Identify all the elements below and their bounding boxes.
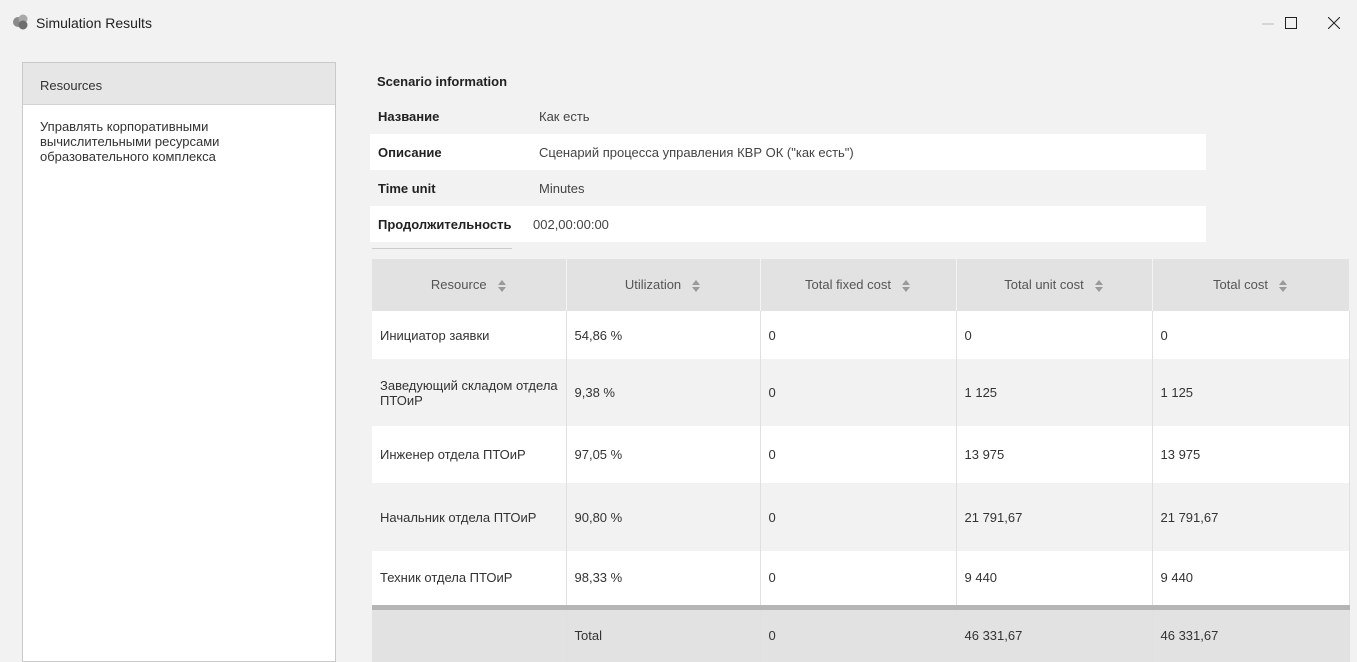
cell-resource: Техник отдела ПТОиР bbox=[372, 551, 567, 607]
maximize-icon bbox=[1285, 17, 1297, 29]
cell-resource: Начальник отдела ПТОиР bbox=[372, 483, 567, 551]
sidebar-item-process[interactable]: Управлять корпоративными вычислительными… bbox=[23, 105, 280, 164]
cell-total-fixed-cost: 0 bbox=[760, 311, 957, 359]
column-header-total-cost[interactable]: Total cost bbox=[1152, 259, 1350, 311]
info-label: Название bbox=[378, 109, 440, 124]
table-row[interactable]: Техник отдела ПТОиР 98,33 % 0 9 440 9 44… bbox=[372, 551, 1350, 607]
cell-total-fixed-cost: 0 bbox=[760, 359, 957, 426]
cell-total-unit-cost: 46 331,67 bbox=[956, 604, 1153, 662]
cell-total-cost: 46 331,67 bbox=[1152, 604, 1350, 662]
cell-total-cost: 13 975 bbox=[1152, 426, 1350, 483]
cell-total-unit-cost: 9 440 bbox=[956, 551, 1153, 607]
header-label: Resource bbox=[430, 277, 487, 293]
divider bbox=[372, 248, 512, 249]
table-row[interactable]: Инженер отдела ПТОиР 97,05 % 0 13 975 13… bbox=[372, 426, 1350, 483]
cell-utilization: 98,33 % bbox=[566, 551, 761, 607]
sidebar-tab-resources[interactable]: Resources bbox=[23, 63, 335, 105]
cell-total-unit-cost: 0 bbox=[956, 311, 1153, 359]
sort-icon bbox=[1278, 279, 1287, 292]
close-button[interactable] bbox=[1311, 0, 1357, 46]
close-icon bbox=[1328, 17, 1340, 29]
cell-total-cost: 21 791,67 bbox=[1152, 483, 1350, 551]
cell-total-label: Total bbox=[566, 604, 761, 662]
table-row[interactable]: Заведующий складом отдела ПТОиР 9,38 % 0… bbox=[372, 359, 1350, 426]
window-title: Simulation Results bbox=[36, 15, 152, 31]
table-row[interactable]: Инициатор заявки 54,86 % 0 0 0 bbox=[372, 311, 1350, 359]
sort-icon bbox=[497, 279, 506, 292]
cell-total-unit-cost: 1 125 bbox=[956, 359, 1153, 426]
column-header-utilization[interactable]: Utilization bbox=[566, 259, 761, 311]
cell-total-unit-cost: 21 791,67 bbox=[956, 483, 1153, 551]
info-row-duration: Продолжительность 002,00:00:00 bbox=[370, 206, 1206, 242]
cell-total-fixed-cost: 0 bbox=[760, 426, 957, 483]
scenario-info-title: Scenario information bbox=[377, 74, 508, 89]
sort-icon bbox=[1094, 279, 1103, 292]
cell-utilization: 97,05 % bbox=[566, 426, 761, 483]
sort-icon bbox=[902, 279, 910, 292]
column-header-total-fixed-cost[interactable]: Total fixed cost bbox=[760, 259, 957, 311]
cell-total-cost: 1 125 bbox=[1152, 359, 1350, 426]
sidebar: Resources Управлять корпоративными вычис… bbox=[22, 62, 336, 662]
info-label: Описание bbox=[378, 145, 442, 160]
info-row-description: Описание Сценарий процесса управления КВ… bbox=[370, 134, 1206, 170]
info-label: Продолжительность bbox=[378, 217, 512, 232]
info-value: 002,00:00:00 bbox=[533, 217, 609, 232]
cell-utilization: 54,86 % bbox=[566, 311, 761, 359]
header-label: Total fixed cost bbox=[805, 277, 891, 293]
cell-resource: Заведующий складом отдела ПТОиР bbox=[372, 359, 567, 426]
cell-total-cost: 9 440 bbox=[1152, 551, 1350, 607]
info-value: Сценарий процесса управления КВР ОК ("ка… bbox=[539, 145, 854, 160]
cell-total-fixed-cost: 0 bbox=[760, 551, 957, 607]
cell-total-fixed-cost: 0 bbox=[760, 604, 957, 662]
header-label: Utilization bbox=[624, 277, 682, 293]
cell-total-unit-cost: 13 975 bbox=[956, 426, 1153, 483]
cell-total-empty bbox=[372, 604, 567, 662]
cell-total-cost: 0 bbox=[1152, 311, 1350, 359]
sort-icon bbox=[692, 279, 701, 292]
info-value: Как есть bbox=[539, 109, 590, 124]
info-label: Time unit bbox=[378, 181, 436, 196]
table-row[interactable]: Начальник отдела ПТОиР 90,80 % 0 21 791,… bbox=[372, 483, 1350, 551]
cell-utilization: 90,80 % bbox=[566, 483, 761, 551]
cell-utilization: 9,38 % bbox=[566, 359, 761, 426]
table-header-row: Resource Utilization Total fixed cost To… bbox=[372, 259, 1350, 311]
maximize-button[interactable] bbox=[1268, 0, 1314, 46]
app-icon bbox=[13, 14, 28, 30]
title-bar: Simulation Results bbox=[0, 0, 1357, 46]
column-header-total-unit-cost[interactable]: Total unit cost bbox=[956, 259, 1153, 311]
table-total-row: Total 0 46 331,67 46 331,67 bbox=[372, 604, 1350, 662]
header-label: Total cost bbox=[1213, 277, 1268, 293]
cell-resource: Инженер отдела ПТОиР bbox=[372, 426, 567, 483]
info-row-name: Название Как есть bbox=[370, 98, 1206, 134]
info-value: Minutes bbox=[539, 181, 585, 196]
results-table: Resource Utilization Total fixed cost To… bbox=[372, 259, 1350, 662]
cell-resource: Инициатор заявки bbox=[372, 311, 567, 359]
cell-total-fixed-cost: 0 bbox=[760, 483, 957, 551]
header-label: Total unit cost bbox=[1004, 277, 1084, 293]
info-row-time-unit: Time unit Minutes bbox=[370, 170, 1206, 206]
column-header-resource[interactable]: Resource bbox=[372, 259, 567, 311]
